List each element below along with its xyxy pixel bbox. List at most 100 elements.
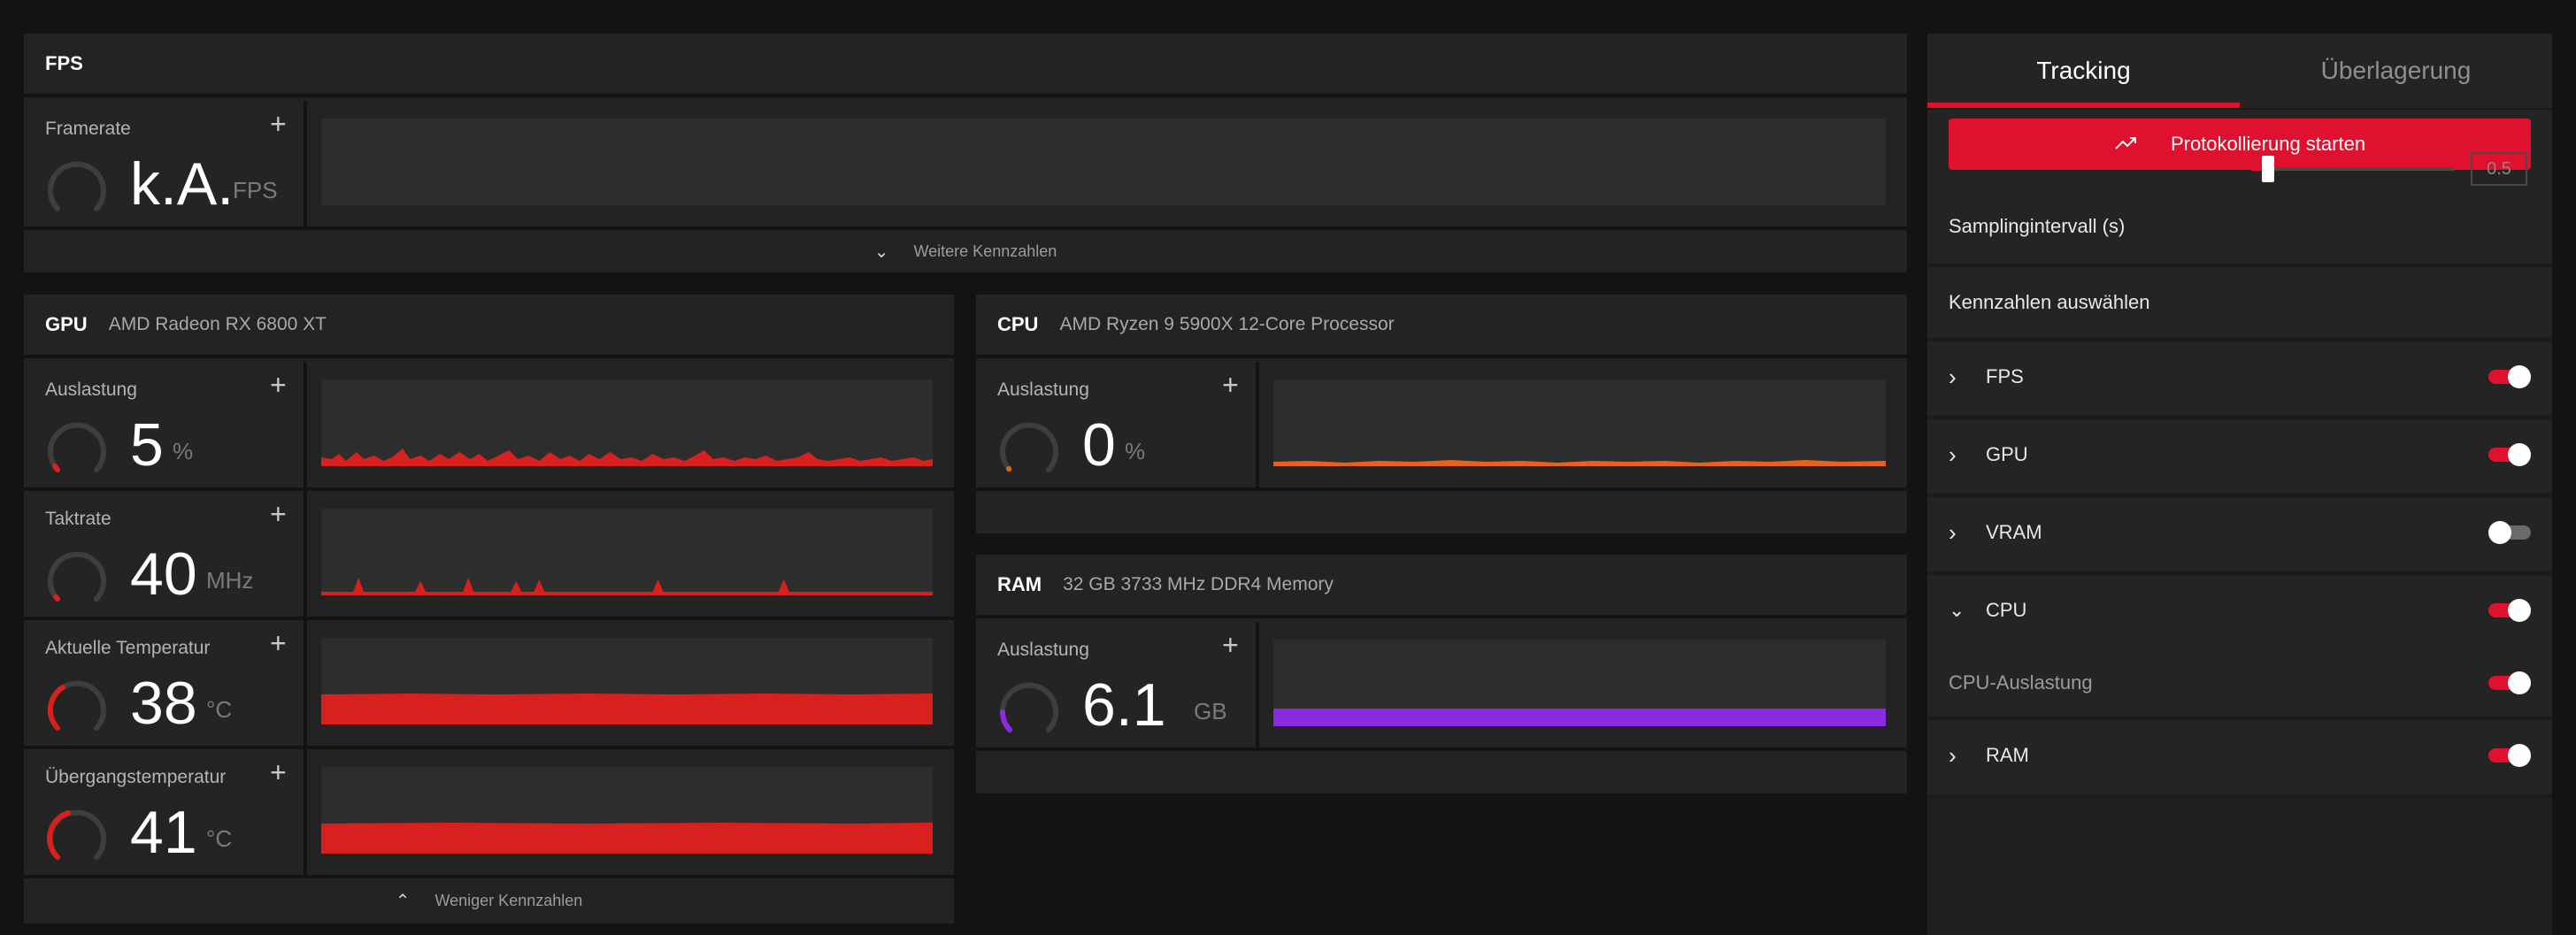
metric-unit: °C (206, 696, 233, 723)
gauge-icon (47, 680, 106, 731)
gpu-temp-metric: Aktuelle Temperatur + 38 °C (24, 620, 304, 746)
add-icon[interactable]: + (1222, 627, 1239, 663)
divider (304, 620, 307, 746)
sampling-value-field[interactable]: 0.5 (2471, 152, 2527, 186)
fps-panel-title: FPS (45, 52, 83, 74)
sidebar-item-cpu-usage[interactable]: CPU-Auslastung (1927, 649, 2552, 720)
sidebar-item-gpu[interactable]: › GPU (1927, 419, 2552, 497)
metric-unit: °C (206, 825, 233, 852)
gpu-usage-graph (321, 379, 933, 466)
vram-toggle[interactable] (2488, 521, 2531, 544)
metric-unit: GB (1194, 698, 1227, 724)
metric-label: Framerate (45, 119, 131, 139)
sidebar-item-label: FPS (1986, 365, 2024, 387)
add-icon[interactable]: + (270, 755, 287, 790)
chevron-right-icon[interactable]: › (1949, 419, 1957, 490)
cpu-device-name: AMD Ryzen 9 5900X 12-Core Processor (1059, 314, 1395, 334)
chevron-right-icon[interactable]: › (1949, 720, 1957, 791)
metric-value: 40 (130, 540, 197, 608)
add-icon[interactable]: + (270, 496, 287, 532)
add-icon[interactable]: + (270, 106, 287, 142)
gpu-device-name: AMD Radeon RX 6800 XT (108, 314, 327, 334)
add-icon[interactable]: + (270, 367, 287, 402)
fps-metric-row: Framerate + k.A. FPS (24, 101, 1907, 226)
gpu-panel-header: GPU AMD Radeon RX 6800 XT (24, 295, 954, 358)
sidebar-item-cpu[interactable]: ⌄ CPU (1927, 575, 2552, 649)
sampling-interval-label: Samplingintervall (s) (1949, 215, 2126, 237)
gpu-usage-metric: Auslastung + 5 % (24, 362, 304, 487)
ram-panel-footer (976, 751, 1907, 793)
sidebar-item-fps[interactable]: › FPS (1927, 341, 2552, 419)
chevron-up-icon: ⌃ (395, 892, 411, 911)
gpu-toggle[interactable] (2488, 443, 2531, 466)
cpu-usage-metric: Auslastung + 0 % (976, 362, 1256, 487)
chevron-right-icon[interactable]: › (1949, 341, 1957, 412)
gpu-temp-graph (321, 638, 933, 724)
ram-usage-metric: Auslastung + 6.1 GB (976, 622, 1256, 747)
ram-panel-header: RAM 32 GB 3733 MHz DDR4 Memory (976, 555, 1907, 618)
divider (1256, 362, 1259, 487)
ram-usage-row: Auslastung + 6.1 GB (976, 622, 1907, 747)
add-icon[interactable]: + (1222, 367, 1239, 402)
cpu-panel-header: CPU AMD Ryzen 9 5900X 12-Core Processor (976, 295, 1907, 358)
metric-label: Auslastung (45, 379, 137, 400)
ram-device-name: 32 GB 3733 MHz DDR4 Memory (1063, 574, 1334, 594)
cpu-usage-toggle[interactable] (2488, 671, 2531, 694)
divider (304, 491, 307, 617)
metric-value: 0 (1082, 411, 1116, 479)
metric-label: Aktuelle Temperatur (45, 638, 211, 658)
metric-label: Übergangstemperatur (45, 767, 227, 787)
ram-toggle[interactable] (2488, 744, 2531, 767)
more-metrics-label: Weitere Kennzahlen (913, 241, 1057, 260)
chevron-down-icon[interactable]: ⌄ (1949, 575, 1965, 646)
sampling-slider-thumb[interactable] (2262, 156, 2274, 182)
start-logging-label: Protokollierung starten (2170, 133, 2366, 155)
cpu-panel-title: CPU (997, 313, 1039, 335)
gpu-temp-row: Aktuelle Temperatur + 38 °C (24, 620, 954, 746)
ram-panel-title: RAM (997, 573, 1042, 595)
gauge-icon (48, 551, 106, 602)
ram-usage-graph (1273, 640, 1886, 726)
gpu-junction-row: Übergangstemperatur + 41 °C (24, 749, 954, 875)
start-logging-button[interactable]: Protokollierung starten (1949, 119, 2531, 170)
gpu-junction-graph (321, 767, 933, 854)
divider (1256, 622, 1259, 747)
cpu-toggle[interactable] (2488, 599, 2531, 622)
chevron-right-icon[interactable]: › (1949, 497, 1957, 568)
gpu-clock-row: Taktrate + 40 MHz (24, 491, 954, 617)
divider (304, 101, 307, 226)
metric-unit: % (1125, 438, 1146, 464)
tracking-sidebar: Tracking Überlagerung Protokollierung st… (1927, 34, 2552, 935)
sidebar-item-label: RAM (1986, 744, 2029, 766)
framerate-graph (321, 119, 1886, 205)
fps-toggle[interactable] (2488, 365, 2531, 388)
metric-value: k.A. (130, 150, 235, 218)
metric-value: 38 (130, 670, 197, 737)
more-metrics-button[interactable]: ⌄ Weitere Kennzahlen (24, 230, 1907, 272)
cpu-usage-graph (1273, 379, 1886, 466)
sampling-interval-row: Samplingintervall (s) (1927, 189, 2552, 267)
metric-unit: FPS (233, 177, 278, 203)
gpu-clock-graph (321, 509, 933, 595)
sidebar-item-label: CPU (1986, 599, 2027, 621)
metric-label: Auslastung (997, 640, 1089, 660)
trend-up-icon (2114, 131, 2139, 158)
add-icon[interactable]: + (270, 625, 287, 661)
select-metrics-label: Kennzahlen auswählen (1949, 291, 2150, 313)
sampling-slider-track[interactable] (2251, 167, 2455, 171)
sidebar-empty-area (1927, 798, 2552, 935)
tab-tracking[interactable]: Tracking (1927, 34, 2240, 108)
ram-panel: RAM 32 GB 3733 MHz DDR4 Memory Auslastun… (976, 555, 1907, 793)
gpu-panel: GPU AMD Radeon RX 6800 XT Auslastung + 5… (24, 295, 954, 924)
gauge-icon (48, 422, 106, 472)
divider (304, 362, 307, 487)
metric-unit: % (173, 438, 194, 464)
gpu-panel-title: GPU (45, 313, 88, 335)
tab-overlay[interactable]: Überlagerung (2240, 34, 2552, 108)
sidebar-item-ram[interactable]: › RAM (1927, 720, 2552, 798)
sidebar-item-vram[interactable]: › VRAM (1927, 497, 2552, 575)
fewer-metrics-button[interactable]: ⌃ Weniger Kennzahlen (24, 878, 954, 924)
sidebar-tabs: Tracking Überlagerung (1927, 34, 2552, 108)
divider (304, 749, 307, 875)
metric-value: 5 (130, 411, 164, 479)
